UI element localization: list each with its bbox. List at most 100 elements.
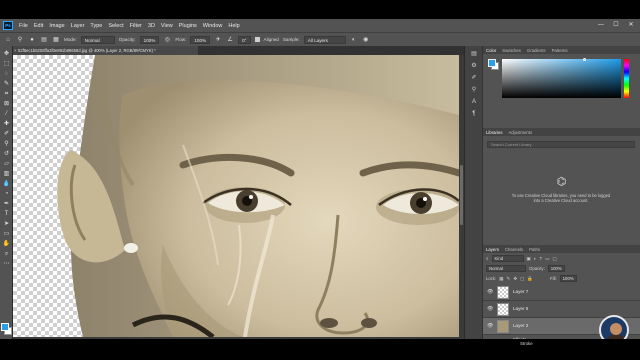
gradient-tool-icon[interactable]: ▥ — [1, 170, 12, 179]
pressure-size-icon[interactable]: ◉ — [362, 36, 370, 44]
color-picker-marker[interactable] — [583, 58, 586, 61]
visibility-eye-icon[interactable]: 👁 — [487, 289, 493, 295]
tab-color[interactable]: Color — [486, 48, 496, 53]
menu-file[interactable]: File — [16, 23, 31, 29]
eyedropper-tool-icon[interactable]: ⁄ — [1, 110, 12, 119]
tab-gradients[interactable]: Gradients — [527, 48, 546, 53]
flow-field[interactable]: 100% — [190, 35, 211, 44]
tab-libraries[interactable]: Libraries — [486, 130, 502, 135]
maximize-button[interactable]: ☐ — [611, 21, 621, 29]
library-search-input[interactable]: Search Current Library — [487, 141, 635, 148]
foreground-color-swatch[interactable] — [1, 323, 9, 331]
lock-position-icon[interactable]: ✥ — [513, 276, 517, 282]
adjustment-filter-icon[interactable]: ◐ — [534, 256, 537, 261]
document-tab-bar: × 52f5ec1b6206ffa3f0e891b89659d.jpg @ 40… — [13, 46, 479, 55]
layer-opacity-field[interactable]: 100% — [547, 265, 565, 272]
color-picker-field[interactable] — [502, 58, 621, 98]
smart-object-filter-icon[interactable]: ▢ — [553, 256, 557, 262]
minimize-button[interactable]: — — [596, 21, 606, 29]
home-icon[interactable]: ⌂ — [4, 36, 12, 44]
move-tool-icon[interactable]: ✥ — [1, 50, 12, 59]
angle-field[interactable]: 0° — [238, 35, 251, 44]
panel-foreground-swatch[interactable] — [488, 59, 496, 67]
airbrush-icon[interactable]: ✈ — [214, 36, 222, 44]
history-panel-icon[interactable]: ▤ — [469, 50, 479, 59]
close-button[interactable]: ✕ — [626, 21, 636, 29]
clone-stamp-tool-icon[interactable]: ⚲ — [16, 36, 24, 44]
history-brush-tool-icon[interactable]: ↺ — [1, 150, 12, 159]
path-select-tool-icon[interactable]: ➤ — [1, 220, 12, 229]
paragraph-panel-icon[interactable]: ¶ — [469, 110, 479, 119]
tab-adjustments[interactable]: Adjustments — [508, 130, 532, 135]
document-tab[interactable]: × 52f5ec1b6206ffa3f0e891b89659d.jpg @ 40… — [13, 46, 198, 55]
layer-name: Layer 6 — [513, 306, 529, 311]
lasso-tool-icon[interactable]: ◌ — [1, 70, 12, 79]
shape-filter-icon[interactable]: ▭ — [545, 256, 549, 262]
frame-tool-icon[interactable]: ⊠ — [1, 100, 12, 109]
brush-settings-icon[interactable]: ▤ — [40, 36, 48, 44]
clone-stamp-tool-icon[interactable]: ⚲ — [1, 140, 12, 149]
pen-tool-icon[interactable]: ✒ — [1, 200, 12, 209]
mode-select[interactable]: Normal — [80, 35, 115, 44]
blend-mode-select[interactable]: Normal — [486, 265, 526, 272]
menu-layer[interactable]: Layer — [68, 23, 88, 29]
menu-plugins[interactable]: Plugins — [176, 23, 200, 29]
stroke-effect-label[interactable]: Stroke — [520, 341, 533, 346]
tab-patterns[interactable]: Patterns — [552, 48, 568, 53]
brush-panel-icon[interactable]: ✐ — [469, 74, 479, 83]
sample-select[interactable]: All Layers — [303, 35, 346, 44]
menu-image[interactable]: Image — [46, 23, 67, 29]
ignore-adjustment-icon[interactable]: ◐ — [350, 36, 358, 44]
menu-type[interactable]: Type — [87, 23, 105, 29]
tab-swatches[interactable]: Swatches — [502, 48, 521, 53]
type-tool-icon[interactable]: T — [1, 210, 12, 219]
tab-paths[interactable]: Paths — [529, 247, 540, 252]
pixel-filter-icon[interactable]: ▣ — [527, 256, 531, 262]
eraser-tool-icon[interactable]: ▱ — [1, 160, 12, 169]
menu-select[interactable]: Select — [105, 23, 126, 29]
pressure-opacity-icon[interactable]: ◎ — [163, 36, 171, 44]
document-canvas[interactable] — [13, 55, 459, 337]
visibility-eye-icon[interactable]: 👁 — [487, 323, 493, 329]
hue-slider[interactable] — [624, 59, 629, 98]
brush-tool-icon[interactable]: ✐ — [1, 130, 12, 139]
lock-pixels-icon[interactable]: ▦ — [499, 276, 503, 282]
lock-artboard-icon[interactable]: ▢ — [520, 276, 524, 282]
character-panel-icon[interactable]: A — [469, 98, 479, 107]
menu-view[interactable]: View — [158, 23, 176, 29]
hand-tool-icon[interactable]: ✋ — [1, 240, 12, 249]
kind-filter-select[interactable]: Kind — [491, 255, 524, 262]
dodge-tool-icon[interactable]: ◔ — [1, 190, 12, 199]
layer-row[interactable]: 👁 Layer 7 — [483, 284, 640, 301]
menu-filter[interactable]: Filter — [127, 23, 145, 29]
lock-all-icon[interactable]: 🔒 — [527, 276, 533, 282]
document-tab-title: 52f5ec1b6206ffa3f0e891b89659d.jpg @ 400%… — [18, 48, 156, 53]
blur-tool-icon[interactable]: 💧 — [1, 180, 12, 189]
type-filter-icon[interactable]: T — [540, 256, 543, 261]
shape-tool-icon[interactable]: ▭ — [1, 230, 12, 239]
properties-panel-icon[interactable]: ⚙ — [469, 62, 479, 71]
menu-3d[interactable]: 3D — [145, 23, 158, 29]
more-tools-icon[interactable]: ⋯ — [1, 260, 12, 269]
tab-layers[interactable]: Layers — [486, 247, 499, 252]
healing-brush-tool-icon[interactable]: ✚ — [1, 120, 12, 129]
lock-paint-icon[interactable]: ✎ — [507, 276, 511, 282]
marquee-tool-icon[interactable]: ⬚ — [1, 60, 12, 69]
menu-window[interactable]: Window — [200, 23, 226, 29]
opacity-field[interactable]: 100% — [139, 35, 160, 44]
fill-field[interactable]: 100% — [559, 275, 577, 282]
scrollbar-thumb[interactable] — [460, 165, 463, 225]
clone-source-panel-icon[interactable]: ⚲ — [469, 86, 479, 95]
brush-preset-icon[interactable]: ● — [28, 36, 36, 44]
zoom-tool-icon[interactable]: ⌕ — [1, 250, 12, 259]
clone-source-icon[interactable]: ▦ — [52, 36, 60, 44]
visibility-eye-icon[interactable]: 👁 — [487, 306, 493, 312]
close-tab-icon[interactable]: × — [14, 46, 17, 55]
crop-tool-icon[interactable]: ⌗ — [1, 90, 12, 99]
tab-channels[interactable]: Channels — [505, 247, 523, 252]
quick-select-tool-icon[interactable]: ✎ — [1, 80, 12, 89]
aligned-checkbox[interactable] — [254, 37, 260, 42]
menu-edit[interactable]: Edit — [31, 23, 46, 29]
panel-icon-strip: ▤ ⚙ ✐ ⚲ A ¶ — [464, 46, 482, 339]
menu-help[interactable]: Help — [225, 23, 242, 29]
